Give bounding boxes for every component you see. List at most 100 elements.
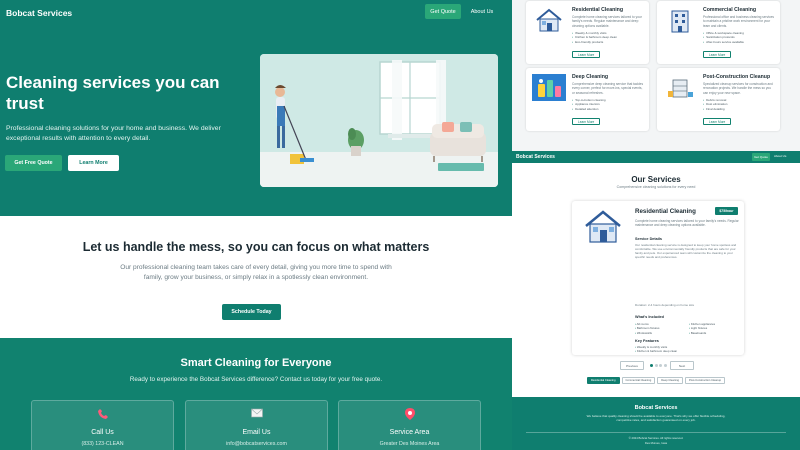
contact-email-value: info@bobcatservices.com <box>226 441 287 447</box>
list-item: Detailed attention <box>572 107 606 111</box>
home-page: Bobcat Services Get Quote About Us Clean… <box>0 0 512 450</box>
contact-card-call[interactable]: Call Us (833) 123-CLEAN <box>31 400 174 450</box>
list-item: Windowsills <box>635 331 689 335</box>
footer-divider <box>526 432 786 433</box>
carousel-dot[interactable] <box>650 364 653 367</box>
footer-description: We believe that quality cleaning should … <box>586 414 726 423</box>
footer-brand: Bobcat Services <box>634 405 678 411</box>
carousel-pager: Previous Next <box>512 361 800 370</box>
cleaning-supplies-icon <box>532 74 566 101</box>
contact-card-title: Call Us <box>91 429 114 436</box>
contact-card-email[interactable]: Email Us info@bobcatservices.com <box>185 400 328 450</box>
nav-about-link[interactable]: About Us <box>466 4 498 19</box>
service-detail-card: Residential Cleaning $75/hour Complete h… <box>572 201 744 355</box>
carousel-dot[interactable] <box>659 364 662 367</box>
service-features: Top-to-bottom cleaning Appliance interio… <box>572 98 606 111</box>
hero-cleaning-illustration <box>260 54 498 187</box>
services-main: Our Services Comprehensive cleaning solu… <box>512 163 800 397</box>
service-title: Residential Cleaning <box>572 7 624 13</box>
hero-title: Cleaning services you can trust <box>6 73 220 113</box>
service-card-deep[interactable]: Deep Cleaning Comprehensive deep cleanin… <box>526 68 649 131</box>
tab-post-construction[interactable]: Post-Construction Cleanup <box>685 377 726 384</box>
nav-about-link[interactable]: About Us <box>774 154 786 158</box>
footer-copyright: © 2024 Bobcat Services. All rights reser… <box>628 436 684 440</box>
service-card-commercial[interactable]: Commercial Cleaning Professional office … <box>657 1 780 64</box>
contact-area-value: Greater Des Moines Area <box>379 441 440 447</box>
contact-card-title: Service Area <box>389 429 430 436</box>
service-duration: Duration: 2-4 hours depending on home si… <box>635 303 695 307</box>
learn-more-button[interactable]: Learn More <box>572 118 601 125</box>
list-item: Kitchen & bathroom deep clean <box>635 349 677 353</box>
list-item: Baseboards <box>689 331 743 335</box>
service-details-body: Our residential cleaning service is desi… <box>635 243 737 260</box>
nav-get-quote-button[interactable]: Get Quote <box>752 153 770 161</box>
service-card-residential[interactable]: Residential Cleaning Complete home clean… <box>526 1 649 64</box>
service-title: Post-Construction Cleanup <box>703 74 771 80</box>
nav-get-quote-button[interactable]: Get Quote <box>425 4 461 19</box>
service-features: Weekly & monthly visits Kitchen & bathro… <box>572 31 617 44</box>
service-title: Commercial Cleaning <box>703 7 757 13</box>
mission-section: Let us handle the mess, so you can focus… <box>0 216 512 338</box>
learn-more-button[interactable]: Learn More <box>703 51 732 58</box>
contact-card-area[interactable]: Service Area Greater Des Moines Area <box>338 400 481 450</box>
learn-more-button[interactable]: Learn More <box>68 155 119 171</box>
brand-logo[interactable]: Bobcat Services <box>6 8 72 18</box>
office-building-icon <box>663 7 697 34</box>
footer-location: Des Moines, Iowa <box>644 441 668 445</box>
price-badge: $75/hour <box>715 207 738 215</box>
service-features: Debris removal Dust elimination Final de… <box>703 98 727 111</box>
contact-phone-value: (833) 123-CLEAN <box>81 441 124 447</box>
top-nav: Bobcat Services Get Quote About Us <box>0 0 512 26</box>
page-title: Our Services <box>631 175 681 184</box>
services-footer: Bobcat Services We believe that quality … <box>512 397 800 450</box>
service-detail-desc: Complete home cleaning services tailored… <box>635 219 739 228</box>
list-item: Final detailing <box>703 107 727 111</box>
service-desc: Professional office and business cleanin… <box>703 15 774 28</box>
email-icon <box>186 408 327 420</box>
screenshot-frame: Bobcat Services Get Quote About Us Clean… <box>0 0 800 450</box>
next-button[interactable]: Next <box>670 361 694 370</box>
hero-subtitle: Professional cleaning solutions for your… <box>6 125 221 142</box>
page-subtitle: Comprehensive cleaning solutions for eve… <box>616 185 696 189</box>
contact-card-title: Email Us <box>242 429 271 436</box>
location-pin-icon <box>339 408 480 420</box>
learn-more-button[interactable]: Learn More <box>572 51 601 58</box>
service-features: Office & workspace cleaning Sanitization… <box>703 31 744 44</box>
tab-commercial[interactable]: Commercial Cleaning <box>621 377 656 384</box>
hero-section: Cleaning services you can trust Professi… <box>0 26 512 216</box>
service-desc: Complete home cleaning services tailored… <box>572 15 642 28</box>
services-panel: Residential Cleaning Complete home clean… <box>512 0 800 450</box>
tab-deep[interactable]: Deep Cleaning <box>657 377 683 384</box>
list-item: Eco-friendly products <box>572 40 617 44</box>
key-features-heading: Key Features <box>635 339 659 343</box>
service-desc: Comprehensive deep cleaning service that… <box>572 82 644 95</box>
service-title: Deep Cleaning <box>572 74 609 80</box>
key-features-list: Weekly & monthly visits Kitchen & bathro… <box>635 345 677 353</box>
tab-residential[interactable]: Residential Cleaning <box>586 377 620 384</box>
phone-icon <box>32 408 173 420</box>
carousel-dot[interactable] <box>654 364 658 367</box>
house-icon <box>580 207 626 247</box>
previous-button[interactable]: Previous <box>620 361 644 370</box>
included-heading: What's Included <box>635 315 664 319</box>
schedule-today-button[interactable]: Schedule Today <box>222 304 281 320</box>
learn-more-button[interactable]: Learn More <box>703 118 732 125</box>
included-list: All rooms Kitchen appliances Bathroom fi… <box>635 322 743 335</box>
list-item: After-hours service available <box>703 40 744 44</box>
service-card-post-construction[interactable]: Post-Construction Cleanup Specialized cl… <box>657 68 780 131</box>
service-detail-title: Residential Cleaning <box>635 208 696 215</box>
service-desc: Specialized cleanup services for constru… <box>703 82 773 95</box>
brand-logo[interactable]: Bobcat Services <box>516 154 555 160</box>
get-free-quote-button[interactable]: Get Free Quote <box>5 155 62 171</box>
service-details-heading: Service Details <box>635 237 663 241</box>
contact-title: Smart Cleaning for Everyone <box>180 357 332 369</box>
service-tabs: Residential Cleaning Commercial Cleaning… <box>512 377 800 385</box>
services-nav: Bobcat Services Get Quote About Us <box>512 151 800 163</box>
construction-icon <box>663 74 697 101</box>
carousel-dot[interactable] <box>663 364 667 367</box>
mission-title: Let us handle the mess, so you can focus… <box>82 240 430 254</box>
house-icon <box>532 7 566 34</box>
contact-subtitle: Ready to experience the Bobcat Services … <box>129 376 383 383</box>
contact-section: Smart Cleaning for Everyone Ready to exp… <box>0 338 512 450</box>
mission-body: Our professional cleaning team takes car… <box>120 264 392 281</box>
